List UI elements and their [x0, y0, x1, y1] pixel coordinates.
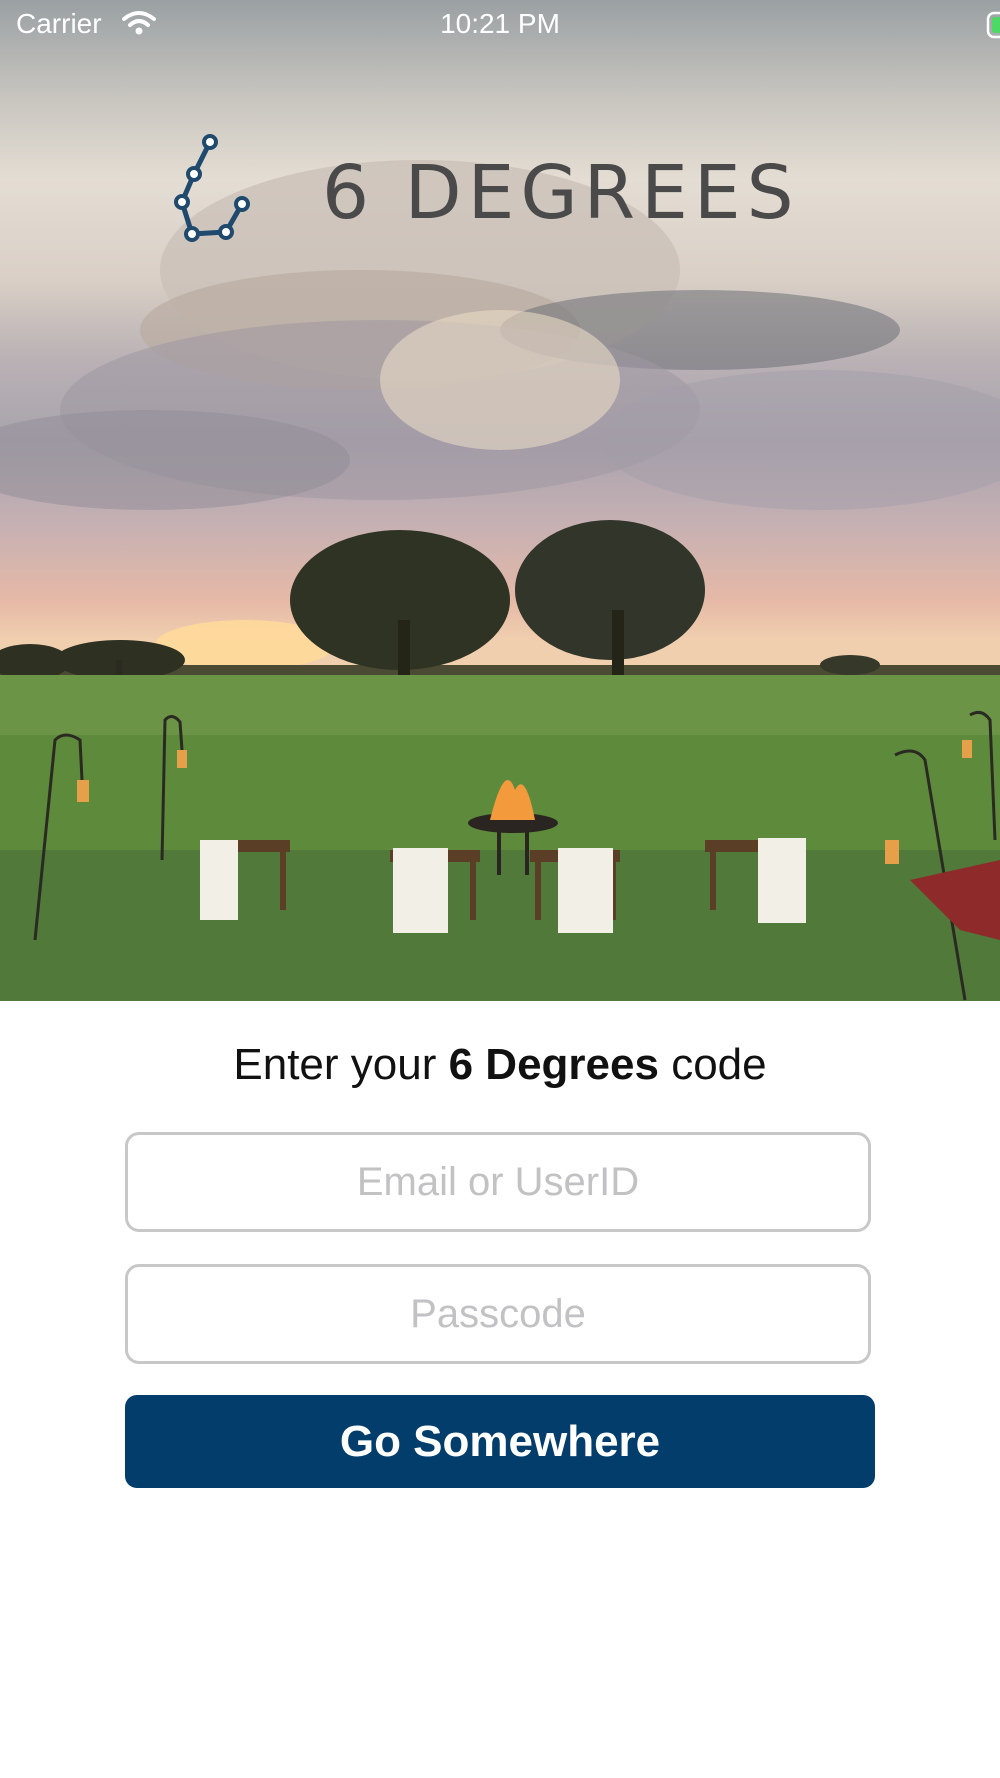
- email-field[interactable]: [125, 1132, 871, 1232]
- prompt-suffix: code: [658, 1040, 767, 1089]
- login-prompt: Enter your 6 Degrees code: [0, 1040, 1000, 1090]
- prompt-prefix: Enter your: [233, 1040, 449, 1089]
- brand-wordmark: 6 DEGREES: [322, 150, 800, 236]
- passcode-field[interactable]: [125, 1264, 871, 1364]
- go-somewhere-button[interactable]: Go Somewhere: [125, 1395, 875, 1488]
- status-bar: Carrier 10:21 PM: [0, 0, 1000, 50]
- clock-time: 10:21 PM: [440, 8, 560, 39]
- prompt-brand: 6 Degrees: [448, 1040, 659, 1089]
- hero-image: Carrier 10:21 PM 6 DEGREES: [0, 0, 1000, 1001]
